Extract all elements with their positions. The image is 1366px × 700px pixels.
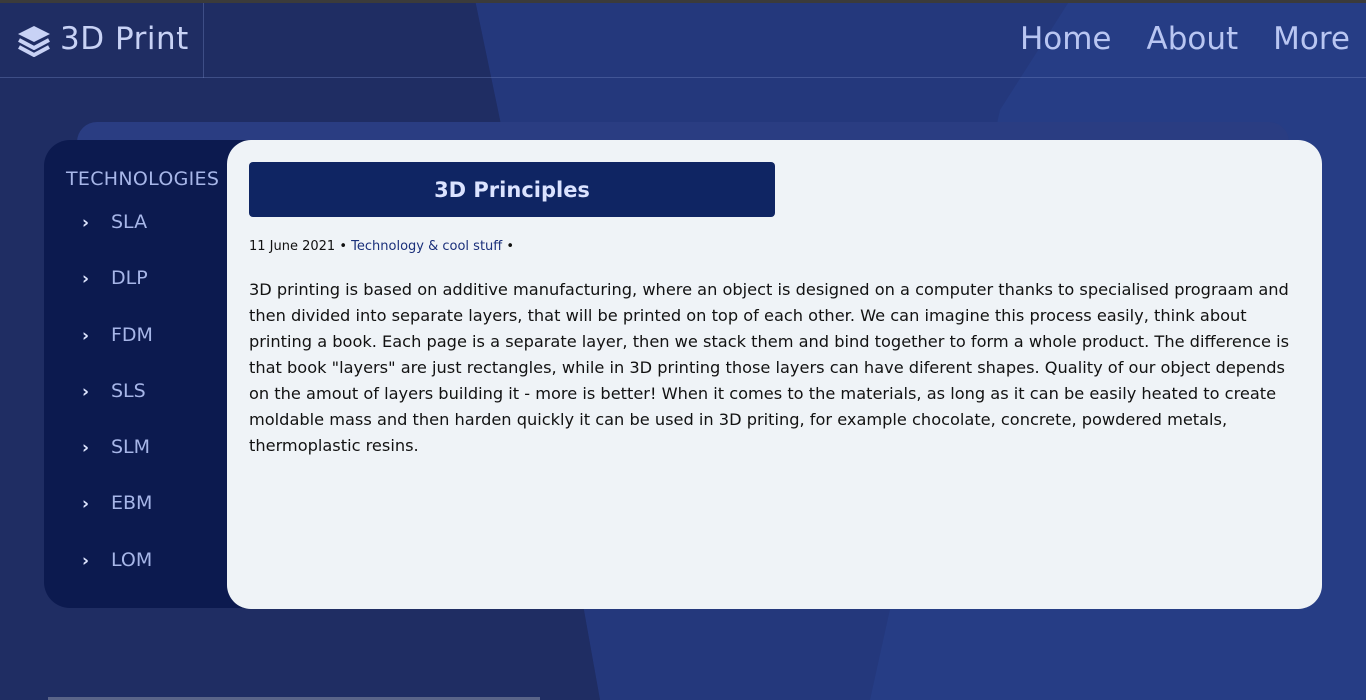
meta-separator: • xyxy=(506,239,515,254)
article-title: 3D Principles xyxy=(249,162,775,217)
sidebar-item-label: SLM xyxy=(111,436,151,459)
article-meta: 11 June 2021 • Technology & cool stuff • xyxy=(249,239,514,254)
chevron-right-icon: › xyxy=(82,438,90,459)
article-body: 3D printing is based on additive manufac… xyxy=(249,280,1290,456)
chevron-right-icon: › xyxy=(82,550,90,571)
chevron-right-icon: › xyxy=(82,494,90,515)
article-card: 3D Principles 11 June 2021 • Technology … xyxy=(227,140,1322,609)
brand[interactable]: 3D Print xyxy=(0,3,204,78)
sidebar-item-label: LOM xyxy=(111,548,153,571)
nav-more-link[interactable]: More xyxy=(1273,21,1350,57)
sidebar-item-fdm[interactable]: › FDM xyxy=(44,323,153,379)
sidebar-item-sls[interactable]: › SLS xyxy=(44,379,153,435)
sidebar-item-label: EBM xyxy=(111,492,153,515)
chevron-right-icon: › xyxy=(82,381,90,402)
chevron-right-icon: › xyxy=(82,269,90,290)
sidebar-item-label: FDM xyxy=(111,323,153,346)
nav-about-link[interactable]: About xyxy=(1146,21,1238,57)
article-date: 11 June 2021 xyxy=(249,239,336,254)
meta-separator: • xyxy=(339,239,348,254)
sidebar-item-slm[interactable]: › SLM xyxy=(44,435,153,491)
chevron-right-icon: › xyxy=(82,325,90,346)
main-nav: Home About More xyxy=(1020,21,1350,57)
sidebar-heading: TECHNOLOGIES xyxy=(66,168,220,190)
sidebar-item-lom[interactable]: › LOM xyxy=(44,548,153,604)
technologies-list: › SLA › DLP › FDM › SLS › SLM › EBM › LO… xyxy=(44,210,153,604)
sidebar-item-label: DLP xyxy=(111,267,148,290)
sidebar-item-label: SLA xyxy=(111,211,148,233)
sidebar-item-label: SLS xyxy=(111,379,146,402)
brand-title: 3D Print xyxy=(60,21,189,57)
sidebar-item-sla[interactable]: › SLA xyxy=(44,210,153,266)
sidebar-item-dlp[interactable]: › DLP xyxy=(44,266,153,322)
top-navbar: 3D Print Home About More xyxy=(0,0,1366,78)
article-category-link[interactable]: Technology & cool stuff xyxy=(351,239,502,254)
sidebar-item-ebm[interactable]: › EBM xyxy=(44,491,153,547)
layers-icon xyxy=(18,26,50,57)
nav-home-link[interactable]: Home xyxy=(1020,21,1112,57)
chevron-right-icon: › xyxy=(82,213,90,233)
